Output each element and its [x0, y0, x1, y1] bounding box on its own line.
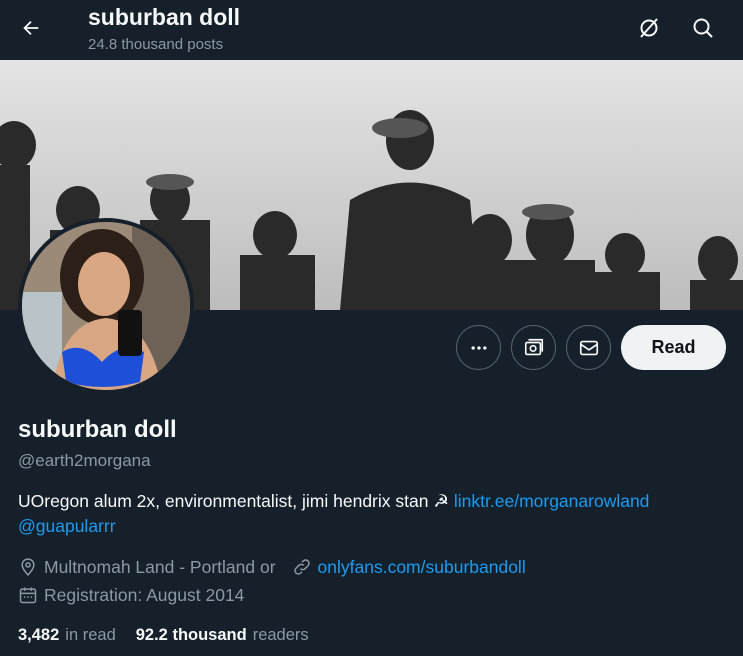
- profile-joined: Registration: August 2014: [44, 584, 245, 605]
- bio-link[interactable]: linktr.ee/morganarowland: [454, 491, 650, 511]
- search-button[interactable]: [684, 9, 722, 47]
- calendar-icon: [19, 587, 37, 604]
- profile-name: suburban doll: [18, 416, 177, 443]
- more-button[interactable]: [456, 325, 501, 370]
- back-button[interactable]: [12, 9, 50, 47]
- subscription-icon: [524, 338, 543, 355]
- profile-bio: UOregon alum 2x, environmentalist, jimi …: [18, 489, 733, 539]
- arrow-left-icon: [23, 20, 39, 36]
- profile-joined-row: Registration: August 2014: [18, 583, 244, 607]
- grok-button[interactable]: [630, 9, 668, 47]
- avatar-photo: [22, 222, 190, 390]
- more-dots-icon: [471, 345, 486, 350]
- profile-stats: 3,482 in read 92.2 thousand readers: [18, 626, 329, 645]
- link-icon: [293, 559, 310, 575]
- top-bar: suburban doll 24.8 thousand posts: [0, 0, 743, 60]
- read-button[interactable]: Read: [621, 325, 726, 370]
- posts-count: 24.8 thousand posts: [88, 36, 224, 53]
- followers-label[interactable]: readers: [253, 626, 309, 645]
- message-button[interactable]: [566, 325, 611, 370]
- page-title: suburban doll: [88, 4, 241, 30]
- location-pin-icon: [21, 558, 35, 576]
- grok-icon: [640, 18, 658, 38]
- bio-text: UOregon alum 2x, environmentalist, jimi …: [18, 491, 450, 511]
- envelope-icon: [579, 340, 598, 355]
- profile-location: Multnomah Land - Portland or: [44, 556, 276, 577]
- profile-website[interactable]: onlyfans.com/suburbandoll: [318, 557, 526, 578]
- search-icon: [693, 18, 713, 38]
- avatar[interactable]: [18, 218, 194, 394]
- subscribe-button[interactable]: [511, 325, 556, 370]
- profile-handle: @earth2morgana: [18, 451, 151, 470]
- followers-count[interactable]: 92.2 thousand: [136, 626, 247, 645]
- following-label[interactable]: in read: [65, 626, 115, 645]
- profile-meta-row: Multnomah Land - Portland or onlyfans.co…: [18, 555, 526, 579]
- bio-mention[interactable]: @guapularrr: [18, 516, 116, 536]
- following-count[interactable]: 3,482: [18, 626, 59, 645]
